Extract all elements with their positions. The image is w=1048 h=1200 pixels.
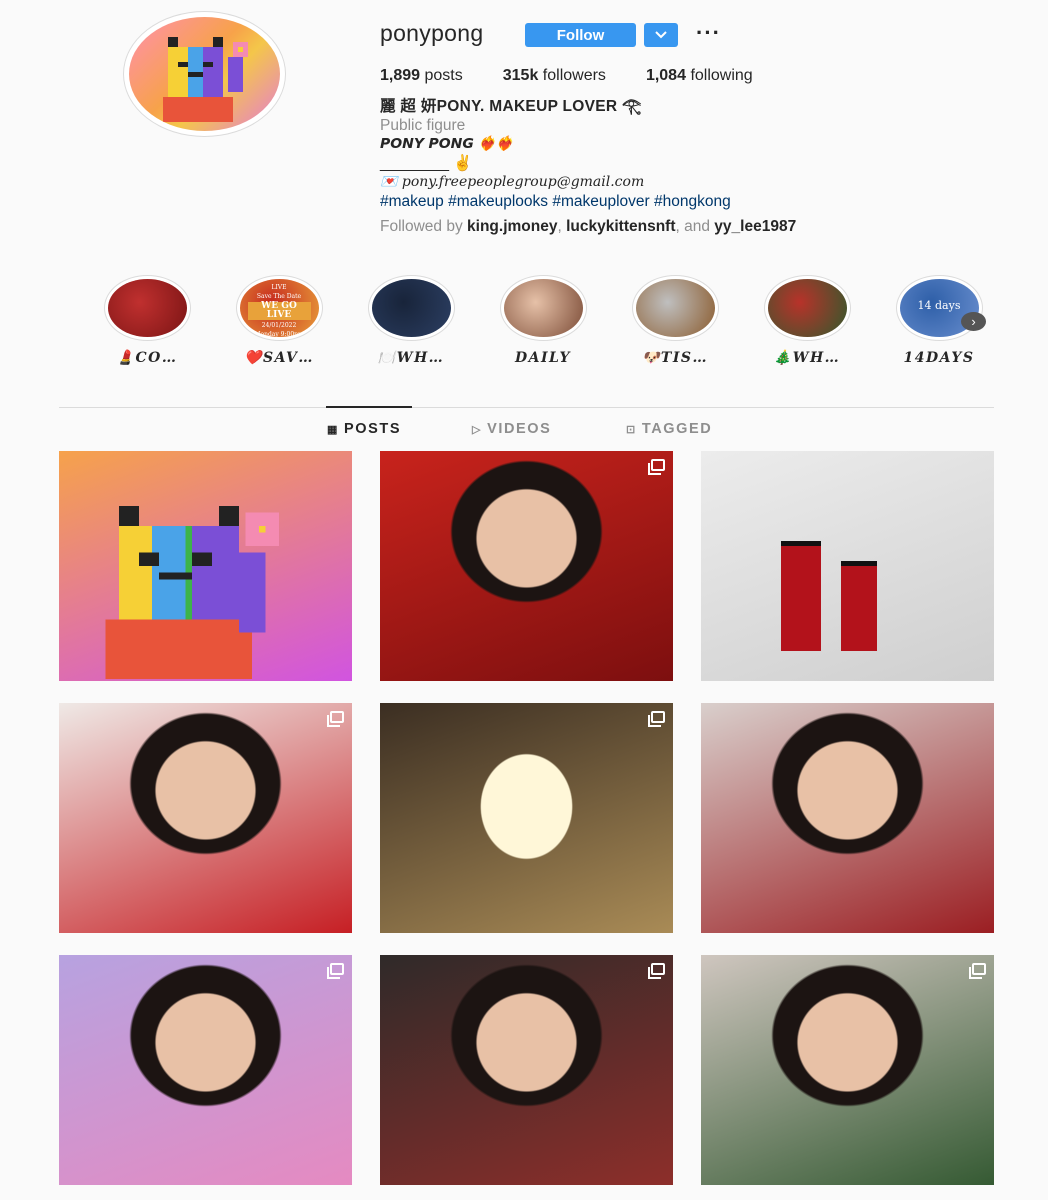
profile-username: ponypong: [380, 20, 484, 46]
bio-line-2: ________ ✌: [380, 155, 473, 172]
tab-posts[interactable]: ▦ POSTS: [327, 421, 401, 437]
followed-by-and: and: [684, 218, 710, 235]
carousel-icon: [648, 459, 665, 475]
highlight-cover: 14 days: [895, 275, 983, 341]
carousel-icon: [327, 711, 344, 727]
post-thumbnail[interactable]: [59, 451, 352, 681]
highlight-cover: [499, 275, 587, 341]
followed-by-user-2[interactable]: luckykittensnft: [566, 218, 675, 235]
pixel-cat-icon: [163, 37, 248, 122]
post-thumbnail[interactable]: [380, 451, 673, 681]
tab-posts-label: POSTS: [344, 421, 402, 437]
highlight-cover: [103, 275, 191, 341]
grid-icon: ▦: [327, 423, 339, 436]
tab-tagged[interactable]: ⊡ TAGGED: [626, 421, 712, 437]
bio-line-1: 𝙋𝙊𝙉𝙔 𝙋𝙊𝙉𝙂 ❤️‍🔥❤️‍🔥: [380, 136, 514, 152]
highlight-cover-text-line: WE GO LIVE: [247, 302, 311, 320]
highlight-cover-image: [635, 279, 715, 337]
highlight-label: 💄CO…: [116, 350, 178, 366]
highlight-label: 🐶TIS…: [641, 350, 708, 366]
active-tab-indicator: [326, 406, 412, 408]
highlights-next-arrow-icon[interactable]: ›: [961, 312, 986, 331]
profile-stats: 1,899 posts 315k followers 1,084 followi…: [380, 67, 793, 85]
highlight-item[interactable]: 💄CO…: [100, 275, 194, 366]
highlight-cover: [367, 275, 455, 341]
highlight-cover-image: [371, 279, 451, 337]
story-highlights: 💄CO… LIVE Save The Date WE GO LIVE 24/01/202…: [100, 275, 1000, 375]
highlight-label: 14DAYS: [903, 350, 975, 366]
highlight-item[interactable]: DAILY: [496, 275, 590, 366]
post-thumbnail[interactable]: [59, 955, 352, 1185]
pixel-cat-icon: [105, 506, 279, 680]
followers-count: 315k: [502, 67, 539, 84]
highlight-cover-text-line: Monday 9:00pm: [254, 331, 304, 337]
highlight-item[interactable]: LIVE Save The Date WE GO LIVE 24/01/2022 Mon…: [232, 275, 326, 366]
posts-stat: 1,899 posts: [380, 67, 463, 85]
highlight-cover-image: [503, 279, 583, 337]
followed-by-user-1[interactable]: king.jmoney: [467, 218, 557, 235]
followed-by[interactable]: Followed by king.jmoney, luckykittensnft…: [380, 217, 796, 236]
tab-tagged-label: TAGGED: [641, 421, 713, 437]
follow-button[interactable]: Follow: [525, 23, 636, 47]
highlight-item[interactable]: 🎄WH…: [760, 275, 854, 366]
post-thumbnail[interactable]: [380, 703, 673, 933]
posts-count: 1,899: [380, 67, 421, 84]
posts-label: posts: [424, 67, 463, 84]
avatar-image: [129, 17, 280, 131]
tag-icon: ⊡: [626, 423, 637, 436]
highlight-cover-text-line: Save The Date: [256, 293, 302, 300]
post-thumbnail[interactable]: [701, 451, 994, 681]
carousel-icon: [969, 963, 986, 979]
following-label: following: [690, 67, 753, 84]
post-thumbnail[interactable]: [701, 955, 994, 1185]
followers-stat[interactable]: 315k followers: [503, 67, 606, 85]
bio-hashtags[interactable]: #makeup #makeuplooks #makeuplover #hongk…: [380, 192, 796, 211]
profile-avatar[interactable]: [123, 11, 286, 137]
highlight-item[interactable]: 🐶TIS…: [628, 275, 722, 366]
post-thumbnail[interactable]: [701, 703, 994, 933]
category-label: Public figure: [380, 117, 466, 134]
highlight-cover-text-line: LIVE: [271, 284, 287, 291]
highlight-label: 🎄WH…: [773, 350, 841, 366]
highlight-cover-text: LIVE Save The Date WE GO LIVE 24/01/2022 Mon…: [240, 283, 319, 337]
highlight-label: DAILY: [515, 350, 571, 366]
post-thumbnail[interactable]: [380, 955, 673, 1185]
profile-bio: 麗 超 妍PONY. MAKEUP LOVER 𓂀 Public figure …: [380, 97, 796, 236]
highlight-label: ❤️SAV…: [244, 350, 314, 366]
carousel-icon: [648, 963, 665, 979]
followed-by-prefix: Followed by: [380, 218, 463, 235]
carousel-icon: [648, 711, 665, 727]
highlight-cover-image: LIVE Save The Date WE GO LIVE 24/01/2022 Mon…: [239, 279, 319, 337]
highlight-cover: LIVE Save The Date WE GO LIVE 24/01/2022 Mon…: [235, 275, 323, 341]
followed-by-user-3[interactable]: yy_lee1987: [714, 218, 796, 235]
highlight-cover-text-line: 24/01/2022: [261, 322, 297, 329]
highlight-cover: [763, 275, 851, 341]
highlight-cover-image: [107, 279, 187, 337]
more-options-button[interactable]: ···: [696, 20, 721, 46]
followers-label: followers: [542, 67, 606, 84]
highlight-cover: [631, 275, 719, 341]
tab-videos-label: VIDEOS: [487, 421, 552, 437]
bio-email[interactable]: 💌 pony.freepeoplegroup@gmail.com: [380, 173, 796, 192]
suggested-accounts-button[interactable]: [644, 23, 678, 47]
highlight-label: 🍽️WH…: [377, 350, 445, 366]
following-stat[interactable]: 1,084 following: [646, 67, 753, 85]
highlight-cover-image: [767, 279, 847, 337]
display-name: 麗 超 妍PONY. MAKEUP LOVER 𓂀: [380, 98, 642, 115]
highlight-item[interactable]: 🍽️WH…: [364, 275, 458, 366]
highlight-cover-text: 14 days: [900, 299, 979, 312]
following-count: 1,084: [645, 67, 686, 84]
post-thumbnail[interactable]: [59, 703, 352, 933]
tab-videos[interactable]: ▷ VIDEOS: [472, 421, 551, 437]
play-icon: ▷: [472, 423, 483, 436]
highlight-cover-text-line: 14 days: [917, 299, 961, 312]
carousel-icon: [327, 963, 344, 979]
tabs-divider: [59, 407, 994, 408]
chevron-down-icon: [655, 31, 667, 39]
